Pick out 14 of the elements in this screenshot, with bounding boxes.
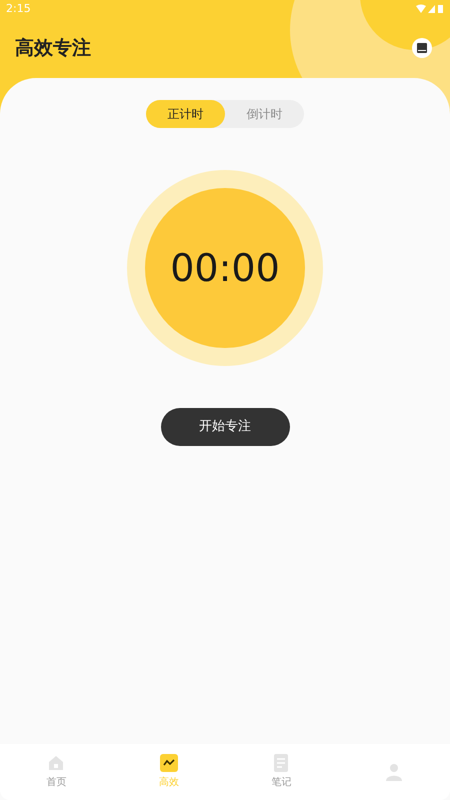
start-button[interactable]: 开始专注 (160, 408, 290, 446)
nav-tab[interactable]: 首页 (0, 744, 112, 800)
book-icon (417, 43, 427, 53)
note-icon (273, 754, 290, 772)
home-icon (47, 754, 66, 772)
trend-icon (160, 754, 178, 772)
timer-display: 00:00 (170, 244, 280, 292)
status-time: 2:15 (6, 0, 31, 17)
person-icon (384, 763, 403, 781)
mode-tab[interactable]: 正计时 (146, 100, 225, 128)
status-icons (416, 4, 444, 14)
page-title: 高效专注 (15, 36, 91, 61)
mode-tab[interactable]: 倒计时 (225, 100, 304, 128)
nav-tab[interactable]: 笔记 (225, 744, 338, 800)
